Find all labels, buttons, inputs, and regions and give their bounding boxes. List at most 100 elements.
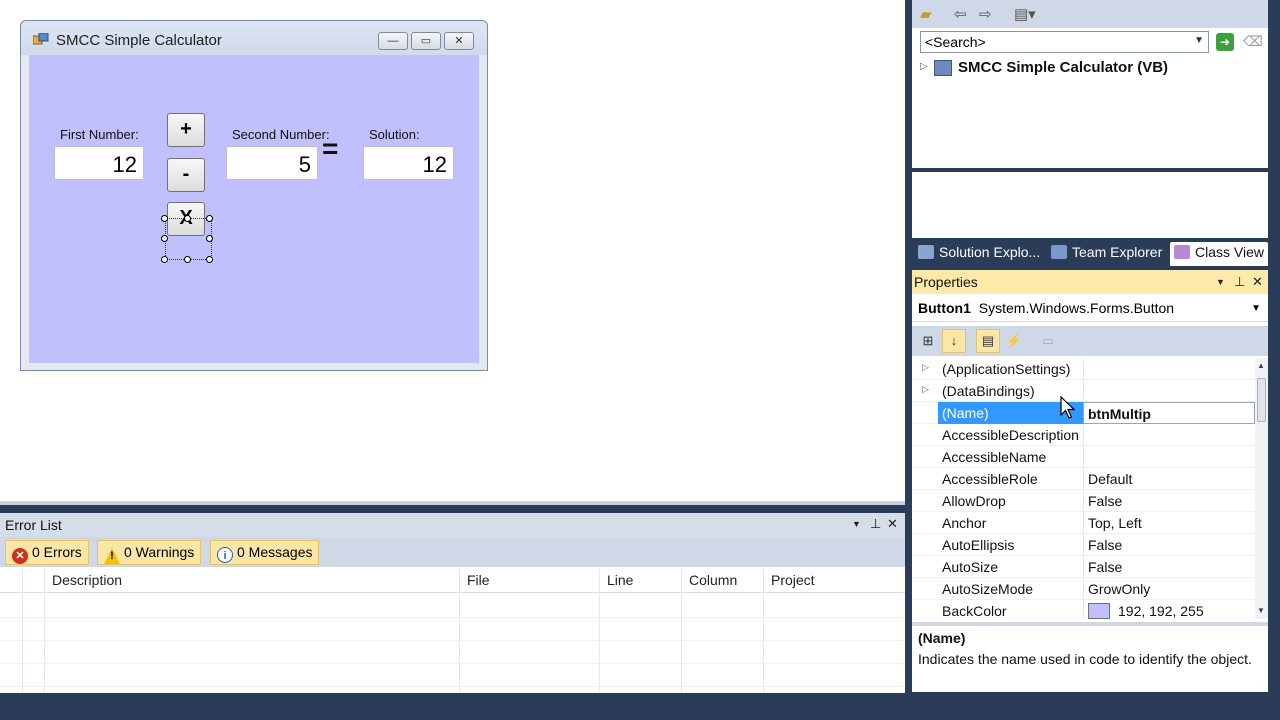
scroll-thumb[interactable] [1257,378,1266,422]
minimize-button[interactable]: — [378,32,408,50]
scroll-down-icon[interactable]: ▼ [1257,606,1265,615]
subtract-button[interactable]: - [167,158,205,192]
property-row[interactable]: AccessibleRole Default [912,468,1255,490]
tree-root-item[interactable]: SMCC Simple Calculator (VB) [958,59,1168,76]
categorized-icon[interactable]: ⊞ [916,329,940,353]
selection-frame [165,218,212,260]
property-row[interactable]: AccessibleName [912,446,1255,468]
error-icon: ✕ [12,548,28,564]
expand-arrow-icon[interactable]: ▷ [922,362,929,373]
properties-toolbar: ⊞ ↓ ▤ ⚡ ▭ [912,326,1268,356]
property-value[interactable] [1083,380,1255,402]
property-pages-icon[interactable]: ▭ [1036,329,1060,353]
solution-textbox[interactable]: 12 [363,146,454,180]
info-icon: i [217,547,233,563]
properties-panel: Properties ▼ ⊥ ✕ Button1 System.Windows.… [912,270,1268,692]
property-value[interactable]: Default [1083,468,1255,490]
close-icon[interactable]: ✕ [1252,274,1263,290]
close-icon[interactable]: ✕ [887,516,898,532]
table-row [0,663,905,664]
property-row-selected[interactable]: (Name) btnMultip [912,402,1255,424]
pin-icon[interactable]: ⊥ [1234,274,1245,290]
property-name: AccessibleDescription [942,427,1079,443]
folder-icon[interactable]: ▰ [920,5,932,23]
property-value[interactable]: False [1083,534,1255,556]
column-divider [681,567,682,693]
property-value[interactable] [1083,446,1255,468]
property-value[interactable] [1083,424,1255,446]
chevron-down-icon[interactable]: ▼ [1251,303,1261,314]
search-go-icon[interactable]: ➜ [1216,33,1234,51]
property-value[interactable]: False [1083,556,1255,578]
property-value[interactable]: 192, 192, 255 [1083,600,1255,619]
property-row[interactable]: AutoSizeMode GrowOnly [912,578,1255,600]
property-name: BackColor [942,603,1007,619]
scroll-up-icon[interactable]: ▲ [1257,361,1265,370]
dropdown-icon[interactable]: ▼ [852,519,861,529]
clear-search-icon[interactable]: ⌫ [1243,33,1263,50]
expand-arrow-icon[interactable]: ▷ [922,384,929,395]
property-value[interactable]: GrowOnly [1083,578,1255,600]
resize-handle-sw[interactable] [161,256,168,263]
column-file[interactable]: File [467,572,490,588]
second-number-textbox[interactable]: 5 [226,146,318,180]
error-list-title: Error List [5,517,62,533]
resize-handle-se[interactable] [206,256,213,263]
property-row[interactable]: AutoSize False [912,556,1255,578]
property-row[interactable]: ▷ (ApplicationSettings) [912,358,1255,380]
expand-arrow-icon[interactable]: ▷ [920,61,928,72]
object-selector[interactable]: Button1 System.Windows.Forms.Button ▼ [912,295,1268,322]
dropdown-icon[interactable]: ▼ [1216,277,1225,287]
property-row[interactable]: ▷ (DataBindings) [912,380,1255,402]
tab-solution-explorer[interactable]: Solution Explo... [914,242,1044,266]
form-window[interactable]: SMCC Simple Calculator — ▭ ✕ First Numbe… [20,20,488,371]
alphabetical-icon[interactable]: ↓ [942,329,966,353]
add-button[interactable]: + [167,113,205,147]
color-swatch [1088,603,1110,619]
property-row[interactable]: BackColor 192, 192, 255 [912,600,1255,619]
chevron-down-icon[interactable]: ▼ [1194,35,1204,46]
resize-handle-n[interactable] [184,215,191,222]
properties-icon[interactable]: ▤ [976,329,1000,353]
back-arrow-icon[interactable]: ⇦ [954,5,967,23]
property-value[interactable] [1083,358,1255,380]
resize-handle-nw[interactable] [161,215,168,222]
column-description[interactable]: Description [52,572,122,588]
resize-handle-e[interactable] [206,235,213,242]
settings-dropdown-icon[interactable]: ▤▾ [1014,5,1036,23]
resize-handle-ne[interactable] [206,215,213,222]
column-project[interactable]: Project [771,572,815,588]
events-icon[interactable]: ⚡ [1002,329,1026,353]
column-column[interactable]: Column [689,572,737,588]
form-client-area[interactable]: First Number: 12 + - X Second Number: 5 … [29,55,479,363]
mouse-cursor-icon [1060,396,1076,419]
object-type: System.Windows.Forms.Button [978,300,1175,316]
column-line[interactable]: Line [607,572,633,588]
table-row [0,617,905,618]
property-row[interactable]: AutoEllipsis False [912,534,1255,556]
tab-team-explorer[interactable]: Team Explorer [1047,242,1166,266]
maximize-button[interactable]: ▭ [411,32,441,50]
resize-handle-s[interactable] [184,256,191,263]
property-name: AccessibleRole [942,471,1038,487]
property-row[interactable]: Anchor Top, Left [912,512,1255,534]
app-icon [33,33,49,45]
pin-icon[interactable]: ⊥ [870,516,881,532]
errors-filter-button[interactable]: ✕ 0 Errors [5,540,89,565]
warnings-filter-button[interactable]: ! 0 Warnings [97,540,202,565]
property-value[interactable]: Top, Left [1083,512,1255,534]
property-row[interactable]: AccessibleDescription [912,424,1255,446]
first-number-textbox[interactable]: 12 [54,146,144,180]
close-button[interactable]: ✕ [444,32,474,50]
class-view-search-input[interactable]: <Search> ▼ [920,31,1209,53]
forward-arrow-icon[interactable]: ⇨ [979,5,992,23]
tab-class-view[interactable]: Class View [1170,242,1268,266]
resize-handle-w[interactable] [161,235,168,242]
property-row[interactable]: AllowDrop False [912,490,1255,512]
property-value-editor[interactable]: btnMultip [1083,402,1255,424]
messages-filter-button[interactable]: i0 Messages [210,540,320,565]
properties-scrollbar[interactable]: ▲ ▼ [1255,358,1268,619]
form-titlebar[interactable]: SMCC Simple Calculator — ▭ ✕ [21,21,487,55]
class-view-toolbar: ▰ ⇦ ⇨ ▤▾ [912,0,1268,28]
property-value[interactable]: False [1083,490,1255,512]
